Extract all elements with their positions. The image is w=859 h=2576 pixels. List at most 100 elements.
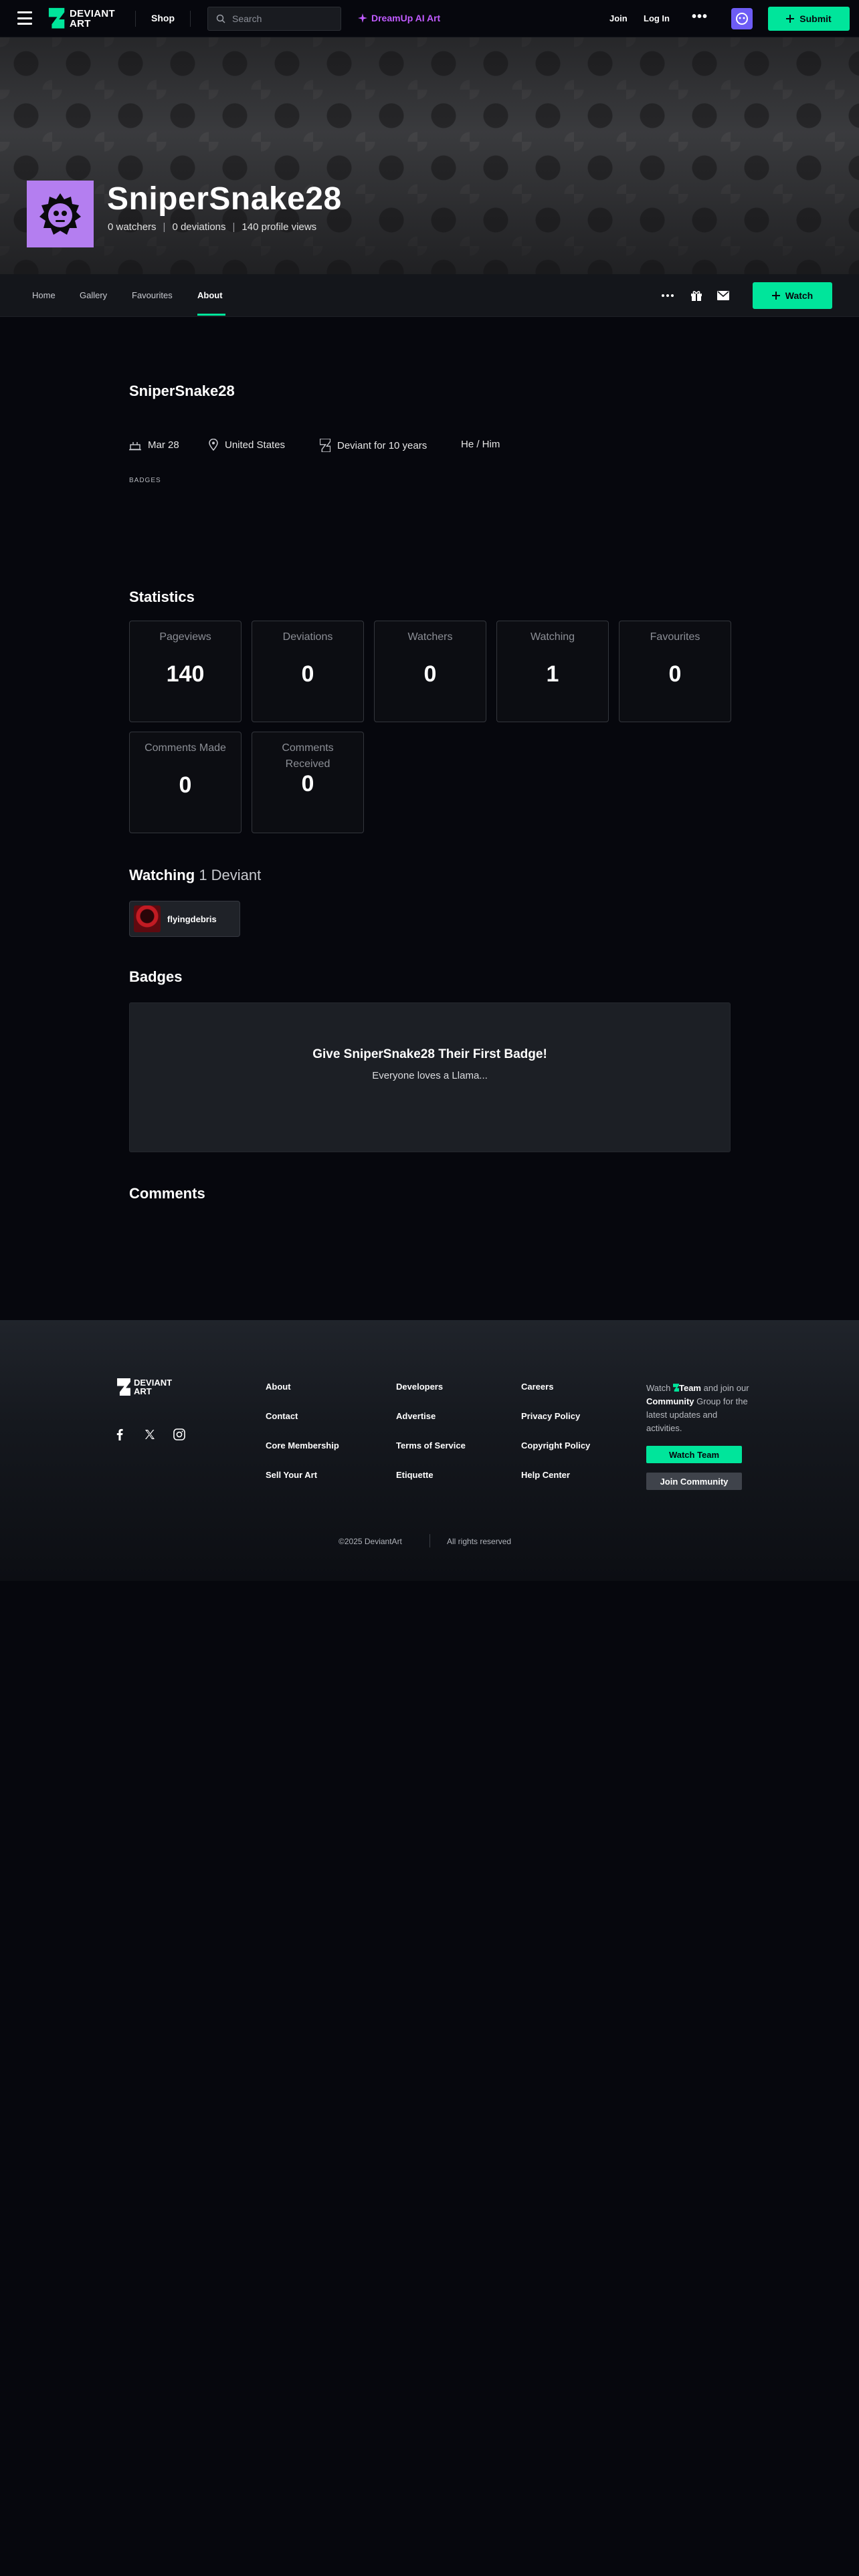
about-username: SniperSnake28 [129, 383, 235, 399]
views-count: 140 profile views [242, 221, 317, 233]
watch-team-button[interactable]: Watch Team [646, 1446, 742, 1463]
tab-gallery[interactable]: Gallery [80, 290, 107, 300]
facebook-icon[interactable] [112, 1427, 127, 1442]
badges-label: BADGES [129, 477, 161, 484]
submit-button[interactable]: Submit [768, 7, 850, 31]
stat-card-favourites: Favourites 0 [619, 621, 731, 722]
footer-link-developers[interactable]: Developers [396, 1382, 443, 1392]
pronouns-text: He / Him [461, 439, 500, 450]
profile-banner [0, 37, 859, 274]
stat-value: 0 [301, 661, 314, 687]
stat-card-watching: Watching 1 [496, 621, 609, 722]
watching-count: 1 Deviant [199, 867, 262, 883]
profile-username: SniperSnake28 [107, 181, 342, 217]
country-text: United States [225, 439, 286, 451]
profile-stats: 0 watchers | 0 deviations | 140 profile … [108, 221, 316, 233]
logo-wordmark: DEVIANT ART [134, 1378, 173, 1396]
watchers-count[interactable]: 0 watchers [108, 221, 157, 233]
footer-link-etiquette[interactable]: Etiquette [396, 1470, 434, 1480]
gift-icon[interactable] [688, 288, 704, 304]
more-options-icon[interactable] [660, 288, 676, 304]
stats-separator: | [232, 221, 235, 233]
stat-label: Comments Made [145, 742, 226, 754]
footer-link-advertise[interactable]: Advertise [396, 1411, 436, 1421]
join-community-button[interactable]: Join Community [646, 1473, 742, 1490]
badge-subtext: Everyone loves a Llama... [372, 1070, 488, 1081]
location-info: United States [209, 439, 285, 451]
deviantart-mark-icon [48, 7, 65, 29]
rights-text: All rights reserved [447, 1537, 512, 1546]
menu-icon[interactable] [17, 11, 32, 25]
nav-divider [190, 11, 191, 27]
watched-deviant[interactable]: flyingdebris [129, 901, 240, 937]
footer-logo[interactable]: DEVIANT ART [117, 1378, 172, 1396]
footer-link-help[interactable]: Help Center [521, 1470, 570, 1480]
stat-value: 0 [423, 661, 437, 687]
instagram-icon[interactable] [172, 1427, 187, 1442]
tab-about[interactable]: About [197, 290, 223, 300]
footer-link-privacy[interactable]: Privacy Policy [521, 1411, 580, 1421]
profile-avatar[interactable] [27, 181, 94, 247]
tab-home[interactable]: Home [32, 290, 56, 300]
login-link[interactable]: Log In [644, 13, 670, 23]
submit-label: Submit [799, 13, 832, 24]
shop-link[interactable]: Shop [151, 13, 175, 23]
active-tab-indicator [197, 314, 225, 316]
badge-prompt[interactable]: Give SniperSnake28 Their First Badge! Ev… [129, 1002, 731, 1152]
deviantart-logo[interactable]: DEVIANT ART [48, 7, 115, 30]
watch-button[interactable]: Watch [753, 282, 832, 309]
location-pin-icon [209, 439, 218, 451]
x-twitter-icon[interactable] [142, 1427, 157, 1442]
plus-icon [771, 292, 780, 300]
birthday-text: Mar 28 [148, 439, 179, 451]
stat-card-deviations: Deviations 0 [252, 621, 364, 722]
footer-link-contact[interactable]: Contact [266, 1411, 298, 1421]
avatar-face-icon [736, 13, 748, 25]
stat-card-watchers: Watchers 0 [374, 621, 486, 722]
search-input[interactable] [232, 13, 332, 24]
footer: DEVIANT ART About Contact Core Membershi… [0, 1320, 859, 1581]
search-icon [216, 14, 225, 23]
footer-link-careers[interactable]: Careers [521, 1382, 553, 1392]
stat-label: Watchers [407, 631, 453, 643]
deviations-count[interactable]: 0 deviations [172, 221, 225, 233]
statistics-heading: Statistics [129, 588, 195, 605]
stat-card-comments-received: Comments Received 0 [252, 732, 364, 833]
mail-icon[interactable] [715, 288, 731, 304]
deviant-name: flyingdebris [167, 914, 217, 924]
stat-label: Comments Received [282, 742, 334, 770]
pronouns-info: He / Him [461, 439, 500, 450]
stat-value: 0 [179, 772, 192, 798]
member-duration-text: Deviant for 10 years [337, 439, 427, 451]
badges-heading: Badges [129, 968, 183, 985]
stat-value: 1 [546, 661, 559, 687]
search-box[interactable] [207, 7, 341, 31]
watching-title: Watching [129, 867, 195, 883]
footer-link-sell-your-art[interactable]: Sell Your Art [266, 1470, 317, 1480]
stat-value: 0 [668, 661, 682, 687]
footer-link-about[interactable]: About [266, 1382, 291, 1392]
deviantart-mark-icon [117, 1378, 130, 1396]
deviantart-mark-icon [320, 439, 330, 452]
comments-heading: Comments [129, 1185, 205, 1202]
copyright-text: ©2025 DeviantArt [339, 1537, 402, 1546]
more-icon[interactable]: ••• [692, 10, 708, 23]
sparkle-icon [358, 13, 367, 23]
birthday-info: Mar 28 [129, 439, 179, 451]
dreamup-link[interactable]: DreamUp AI Art [358, 13, 440, 23]
stat-value: 140 [166, 661, 205, 687]
stat-label: Favourites [650, 631, 700, 643]
footer-link-terms[interactable]: Terms of Service [396, 1440, 466, 1451]
footer-link-core-membership[interactable]: Core Membership [266, 1440, 339, 1451]
join-link[interactable]: Join [609, 13, 628, 23]
tab-favourites[interactable]: Favourites [132, 290, 173, 300]
badge-headline: Give SniperSnake28 Their First Badge! [312, 1047, 547, 1061]
stat-card-comments-made: Comments Made 0 [129, 732, 242, 833]
user-avatar[interactable] [731, 8, 753, 29]
stat-value: 0 [301, 771, 314, 796]
deviantart-mark-icon [672, 1384, 679, 1392]
logo-wordmark: DEVIANT ART [70, 8, 115, 29]
watch-label: Watch [785, 290, 814, 301]
footer-link-copyright[interactable]: Copyright Policy [521, 1440, 590, 1451]
membership-info: Deviant for 10 years [320, 439, 427, 452]
